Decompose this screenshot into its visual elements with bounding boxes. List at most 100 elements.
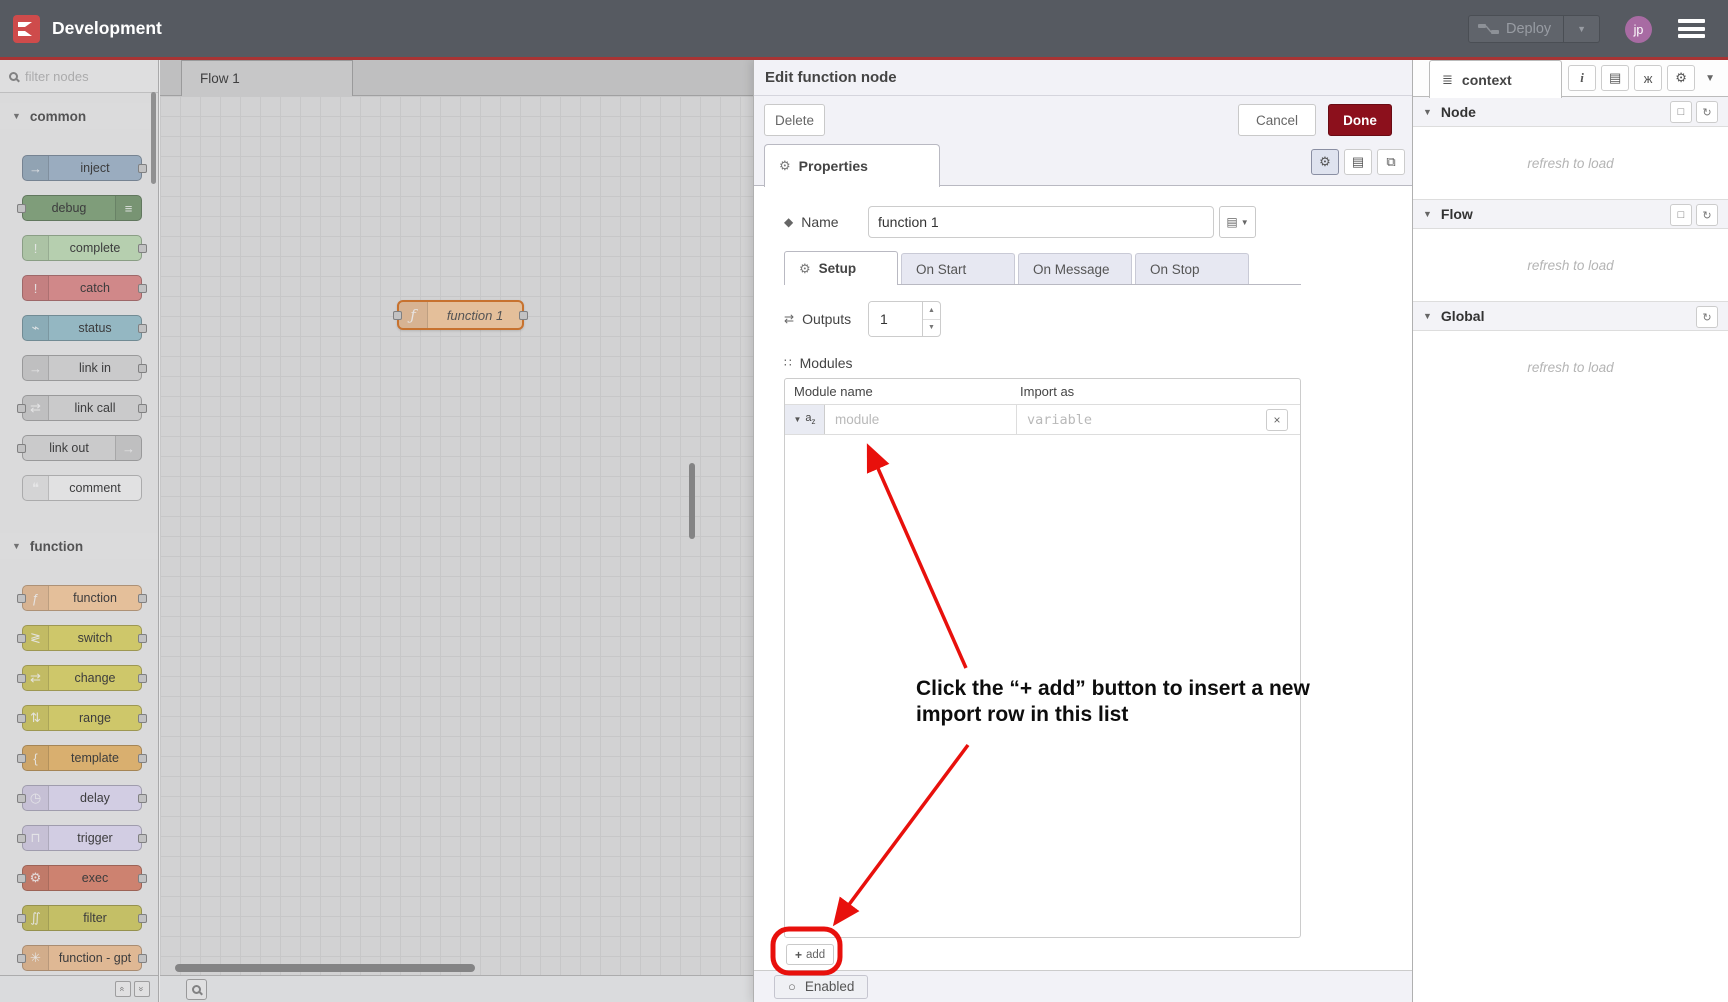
node-port-right[interactable] [138,164,147,173]
node-port-right[interactable] [138,794,147,803]
palette-node-debug[interactable]: debug≡ [22,195,142,221]
context-section-header[interactable]: ▼Node□↻ [1413,97,1728,127]
node-port-left[interactable] [17,874,26,883]
expand-all-categories-button[interactable]: » [134,981,150,997]
node-port-left[interactable] [17,914,26,923]
refresh-icon[interactable]: ↻ [1696,204,1718,226]
canvas-node-function-1[interactable]: ƒ function 1 [397,300,524,330]
palette-node-change[interactable]: ⇄change [22,665,142,691]
tab-properties[interactable]: ⚙ Properties [764,144,940,187]
palette-node-status[interactable]: ⌁status [22,315,142,341]
palette-node-complete[interactable]: !complete [22,235,142,261]
node-port-left[interactable] [17,754,26,763]
main-menu-button[interactable] [1678,19,1705,38]
node-port-left[interactable] [17,714,26,723]
node-port-right[interactable] [138,284,147,293]
node-port-left[interactable] [17,834,26,843]
node-port-left[interactable] [393,311,402,320]
node-port-left[interactable] [17,204,26,213]
tab-flow-1[interactable]: Flow 1 [181,60,353,96]
library-button[interactable]: ▤▼ [1219,206,1256,238]
canvas-horizontal-scrollbar-thumb[interactable] [175,964,475,972]
tab-on-start[interactable]: On Start [901,253,1015,284]
tab-context[interactable]: ≣ context [1429,60,1562,98]
search-flows-button[interactable] [186,979,207,1000]
remove-row-button[interactable]: × [1266,409,1288,431]
refresh-icon[interactable]: ↻ [1696,306,1718,328]
node-port-right[interactable] [138,674,147,683]
add-module-button[interactable]: + add [786,944,834,965]
node-port-right[interactable] [138,364,147,373]
palette-node-range[interactable]: ⇅range [22,705,142,731]
module-type-select[interactable]: ▼ az [785,405,825,434]
context-section-header[interactable]: ▼Flow□↻ [1413,199,1728,229]
category-header-function[interactable]: ▼function [0,533,158,559]
node-port-right[interactable] [138,954,147,963]
palette-node-delay[interactable]: ◷delay [22,785,142,811]
name-input[interactable] [868,206,1214,238]
palette-node-exec[interactable]: ⚙exec [22,865,142,891]
outputs-input[interactable] [869,302,922,336]
edit-properties-button[interactable]: ⚙ [1311,149,1339,175]
node-port-left[interactable] [17,674,26,683]
node-port-right[interactable] [138,594,147,603]
help-tab-button[interactable]: ▤ [1601,65,1629,91]
palette-node-trigger[interactable]: ⊓trigger [22,825,142,851]
stepper-up-button[interactable]: ▲ [923,302,940,320]
deploy-options-caret-icon[interactable]: ▼ [1564,24,1599,34]
palette-node-link-call[interactable]: ⇄link call [22,395,142,421]
tab-on-stop[interactable]: On Stop [1135,253,1249,284]
debug-tab-button[interactable]: ж [1634,65,1662,91]
tab-on-message[interactable]: On Message [1018,253,1132,284]
user-avatar[interactable]: jp [1625,16,1652,43]
canvas-vertical-scrollbar-thumb[interactable] [689,463,695,539]
collapse-all-categories-button[interactable]: « [115,981,131,997]
palette-node-function-gpt[interactable]: ✳function - gpt [22,945,142,971]
node-port-right[interactable] [519,311,528,320]
node-port-right[interactable] [138,634,147,643]
node-port-right[interactable] [138,914,147,923]
palette-search[interactable] [0,60,158,93]
tab-setup[interactable]: ⚙Setup [784,251,898,285]
palette-node-switch[interactable]: ≷switch [22,625,142,651]
context-section-header[interactable]: ▼Global↻ [1413,301,1728,331]
palette-node-catch[interactable]: !catch [22,275,142,301]
node-port-right[interactable] [138,834,147,843]
info-tab-button[interactable]: i [1568,65,1596,91]
category-header-common[interactable]: ▼common [0,103,158,129]
palette-node-function[interactable]: ƒfunction [22,585,142,611]
palette-node-link-out[interactable]: link out→ [22,435,142,461]
node-port-left[interactable] [17,954,26,963]
palette-node-comment[interactable]: ❝comment [22,475,142,501]
filter-nodes-input[interactable] [25,69,140,84]
node-port-right[interactable] [138,404,147,413]
node-appearance-button[interactable]: ⧉ [1377,149,1405,175]
palette-scrollbar-thumb[interactable] [151,92,156,184]
node-port-left[interactable] [17,634,26,643]
sidebar-options-caret-icon[interactable]: ▼ [1705,73,1715,84]
node-port-right[interactable] [138,324,147,333]
import-as-input[interactable] [1017,412,1258,428]
refresh-icon[interactable]: ↻ [1696,101,1718,123]
palette-node-filter[interactable]: ∬filter [22,905,142,931]
node-port-right[interactable] [138,244,147,253]
deploy-button[interactable]: Deploy ▼ [1468,15,1600,43]
stepper-down-button[interactable]: ▼ [923,320,940,337]
palette-node-inject[interactable]: →inject [22,155,142,181]
node-port-left[interactable] [17,594,26,603]
open-in-window-button[interactable]: □ [1670,204,1692,226]
canvas-grid[interactable]: ƒ function 1 [160,96,753,975]
node-port-right[interactable] [138,714,147,723]
delete-button[interactable]: Delete [764,104,825,136]
node-port-left[interactable] [17,794,26,803]
node-port-left[interactable] [17,404,26,413]
edit-description-button[interactable]: ▤ [1344,149,1372,175]
done-button[interactable]: Done [1328,104,1392,136]
palette-node-link-in[interactable]: →link in [22,355,142,381]
node-port-right[interactable] [138,874,147,883]
cancel-button[interactable]: Cancel [1238,104,1316,136]
node-port-right[interactable] [138,754,147,763]
node-port-left[interactable] [17,444,26,453]
module-name-input[interactable] [825,412,1016,427]
palette-node-template[interactable]: {template [22,745,142,771]
